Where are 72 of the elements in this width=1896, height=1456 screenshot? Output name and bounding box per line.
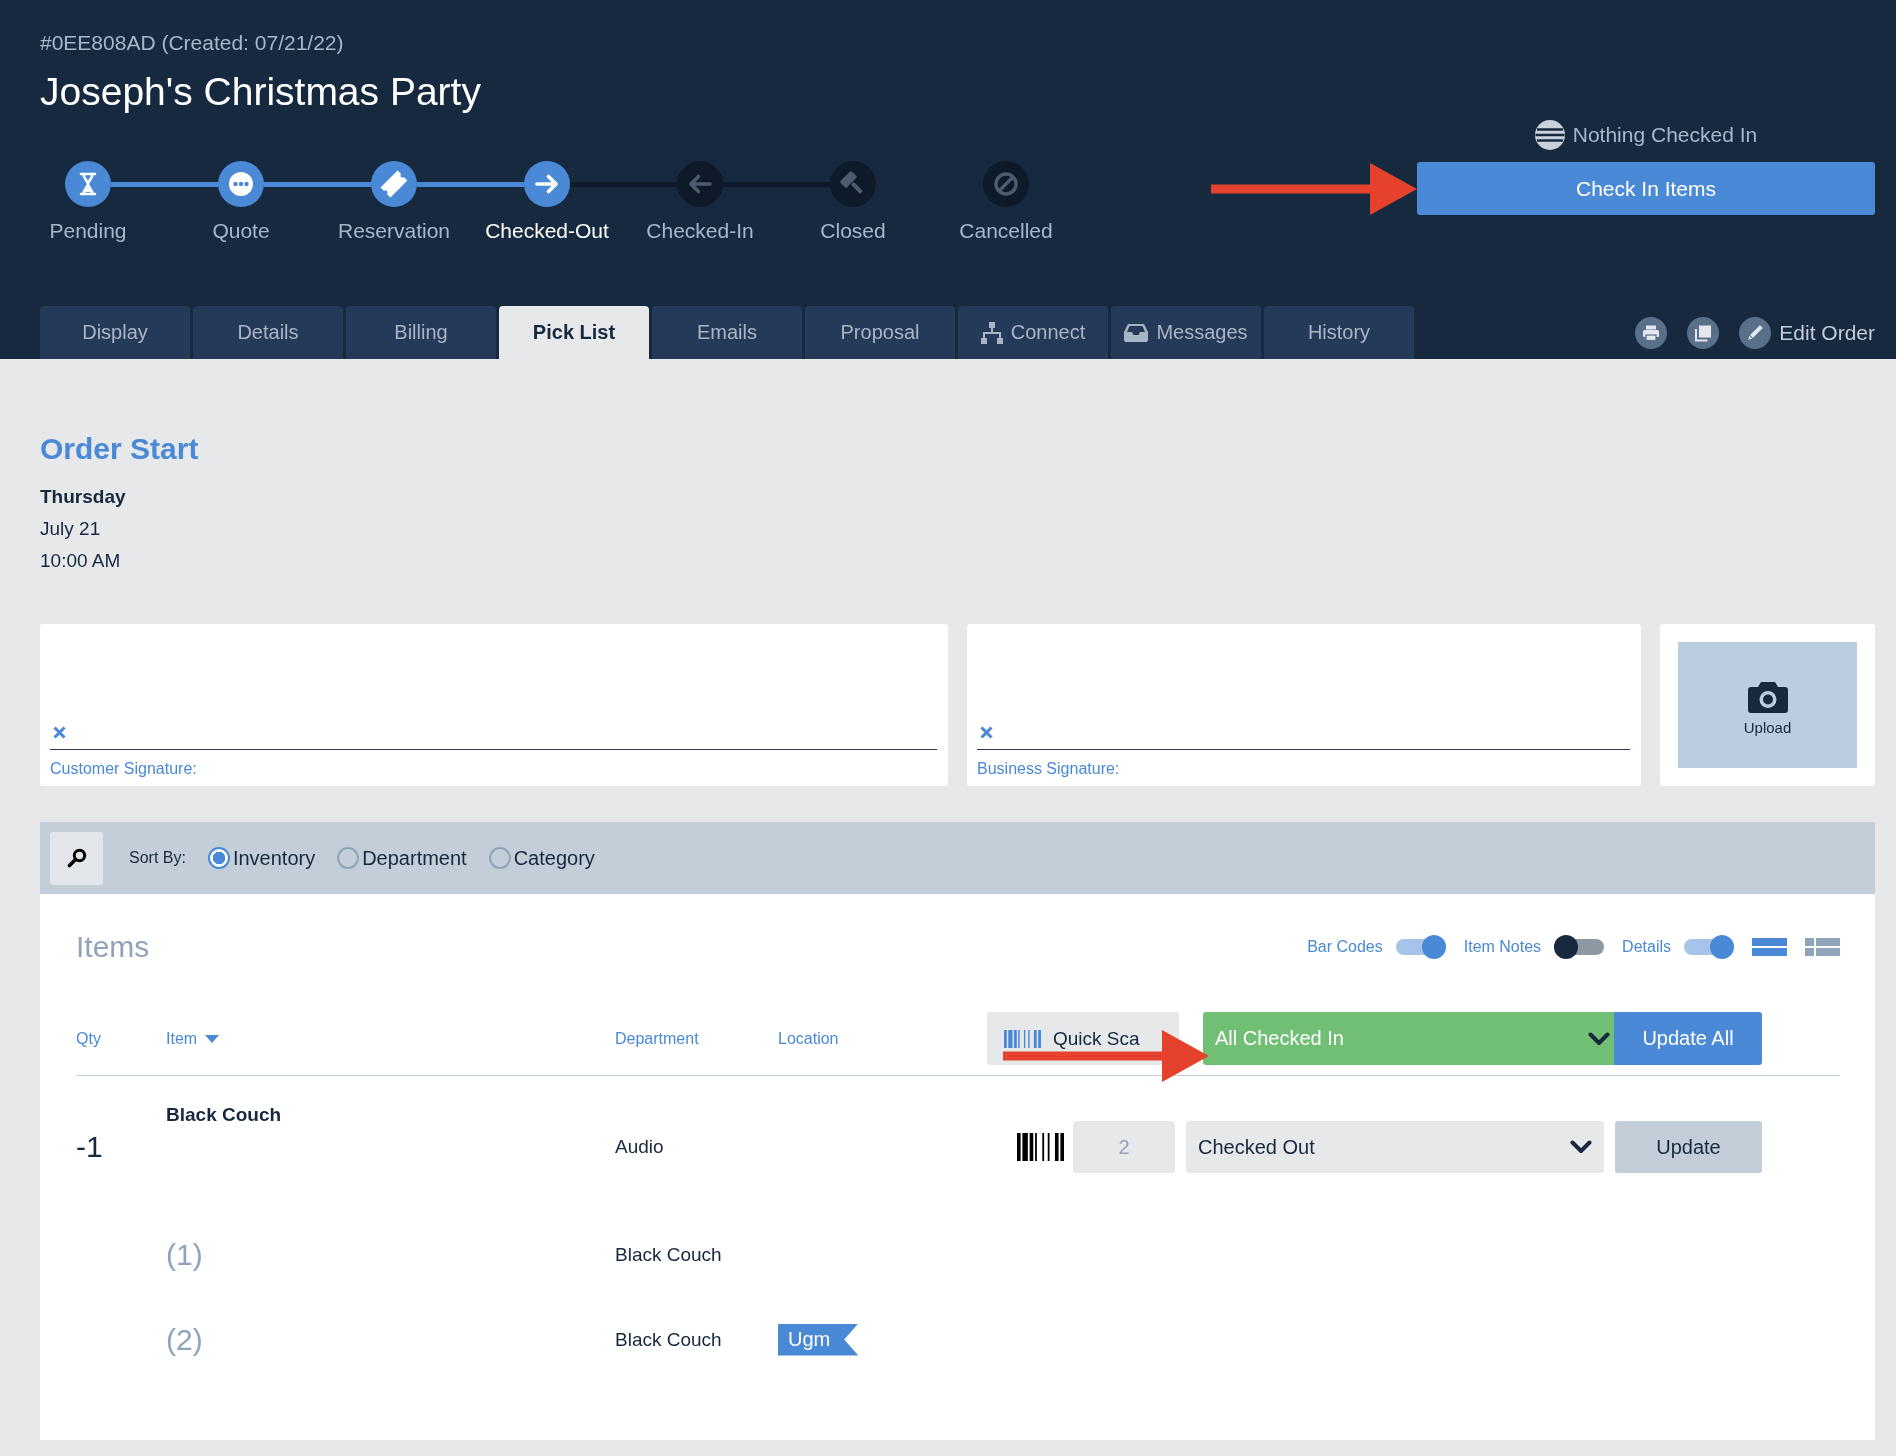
column-header[interactable]: Location [778,1029,987,1048]
items-title: Items [76,929,150,965]
toggle-label: Bar Codes [1307,938,1383,956]
step-label: Quote [212,218,270,244]
toggle-label: Details [1622,938,1671,956]
step-label: Checked-In [646,218,754,244]
sort-option[interactable]: Department [337,846,467,870]
printer-icon[interactable] [1635,316,1668,349]
item-department: Audio [615,1136,665,1158]
unit-index: (1) [166,1237,204,1272]
network-icon [980,321,1003,344]
step-label: Pending [49,218,127,244]
update-all-button[interactable]: Update All [1614,1012,1762,1065]
tab[interactable]: Billing [346,306,496,359]
caret-down-icon [205,1034,220,1043]
update-button[interactable]: Update [1615,1121,1762,1173]
search-button[interactable] [50,831,103,885]
sort-option[interactable]: Category [488,846,595,870]
step-label: Closed [820,218,886,244]
search-icon [66,848,87,868]
sort-label: Sort By: [129,849,186,867]
unit-name: Black Couch [615,1328,723,1351]
upload-button[interactable]: Upload [1678,642,1857,768]
copy-icon[interactable] [1687,316,1720,349]
tab[interactable]: Details [193,306,343,359]
start-date: July 21 [40,517,101,541]
inbox-icon [1124,323,1149,342]
camera-icon [1747,682,1788,713]
tab[interactable]: Emails [652,306,802,359]
section-heading: Order Start [40,431,199,467]
unit-name: Black Couch [615,1243,723,1266]
clear-icon[interactable] [980,726,993,739]
column-header[interactable]: Department [615,1029,778,1048]
step-label: Checked-Out [485,218,609,244]
item-name: Black Couch [166,1103,283,1127]
tab[interactable]: Proposal [805,306,955,359]
item-quantity: -1 [76,1130,104,1164]
check-in-items-button[interactable]: Check In Items [1417,162,1875,215]
toggle-switch[interactable] [1554,935,1605,959]
tab[interactable]: Connect [958,306,1108,359]
detail-list-icon[interactable] [1805,937,1840,957]
unit-index: (2) [166,1322,204,1357]
list-view-icon[interactable] [1752,937,1787,957]
clear-icon[interactable] [53,726,66,739]
column-header[interactable]: Qty [76,1029,166,1048]
tab[interactable]: Pick List [499,306,649,359]
unit-tag: Ugm [778,1323,859,1356]
step-label: Cancelled [959,218,1053,244]
toggle-switch[interactable] [1684,935,1734,959]
tab[interactable]: History [1264,306,1414,359]
sort-option[interactable]: Inventory [207,846,316,870]
order-reference: #0EE808AD (Created: 07/21/22) [40,30,344,56]
barcode-icon [1004,1029,1041,1048]
toggle-switch[interactable] [1395,935,1446,959]
striped-circle-icon [1534,120,1565,150]
signature-label: Business Signature: [977,759,1121,779]
start-time: 10:00 AM [40,549,121,573]
tab[interactable]: Messages [1111,306,1261,359]
status-select[interactable]: Checked Out [1186,1121,1604,1173]
column-header[interactable]: Item [166,1029,615,1048]
step-label: Reservation [337,218,451,244]
toggle-label: Item Notes [1463,938,1542,956]
chevron-down-icon [1570,1140,1592,1154]
signature-label: Customer Signature: [50,759,198,779]
chevron-down-icon [1588,1031,1610,1046]
pencil-icon [1739,316,1772,349]
tab[interactable]: Display [40,306,190,359]
edit-order-button[interactable]: Edit Order [1739,316,1875,349]
order-title: Joseph's Christmas Party [40,69,481,115]
start-day: Thursday [40,481,126,513]
barcode-icon [1017,1133,1064,1161]
check-in-status: Nothing Checked In [1572,123,1758,147]
